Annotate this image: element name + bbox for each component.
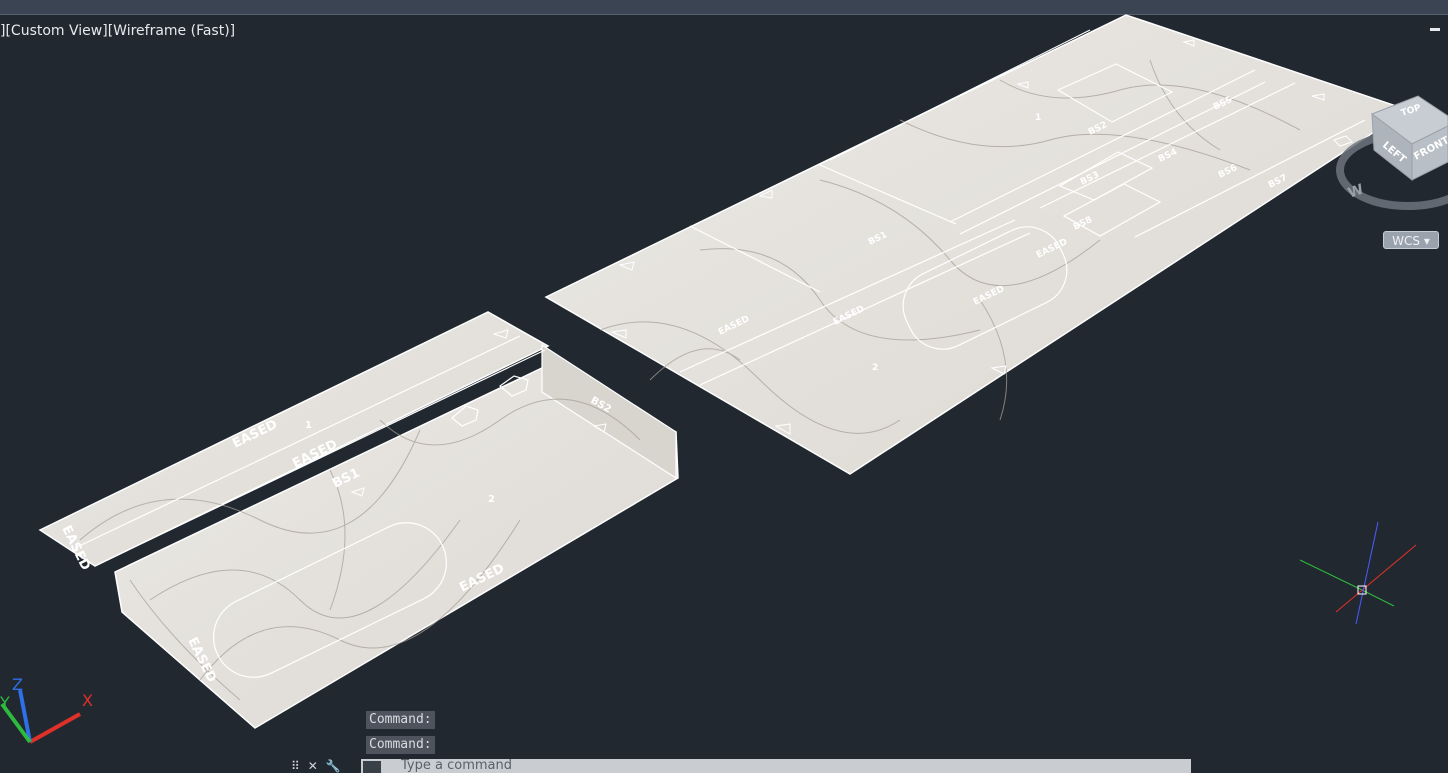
command-line-handle[interactable]: ⠿ ✕ 🔧 [287,759,361,773]
ucs-y-label: Y [0,693,10,712]
command-history-line: Command: [366,711,435,729]
left-label: 2 [488,494,495,505]
ucs-icon: X Z Y [0,675,93,744]
right-slab-surface [544,14,1410,475]
wrench-icon[interactable]: 🔧 [326,759,341,773]
command-history-line: Command: [366,736,435,754]
crosshair-cursor [1299,521,1417,625]
ucs-x-label: X [82,691,93,710]
left-label: 1 [305,420,312,431]
ucs-dropdown-label: WCS [1392,234,1421,248]
command-line-bar: ⠿ ✕ 🔧 Type a command [287,759,1191,773]
right-label: 1 [1035,113,1041,123]
ucs-dropdown-button[interactable]: WCS ▾ [1383,231,1439,249]
right-label: 2 [872,363,878,373]
right-countertop-model[interactable]: BS1 BS2 BS4 BS3 BS5 BS6 BS7 BS8 EASED EA… [544,14,1410,475]
left-countertop-model[interactable]: EASED 1 EASED BS1 2 EASED EASED EASED BS… [38,311,679,729]
close-icon[interactable]: ✕ [308,759,318,773]
command-input-placeholder: Type a command [401,759,512,773]
command-input[interactable]: Type a command [361,759,1191,773]
command-prompt-icon[interactable] [363,761,381,773]
drag-grip-icon[interactable]: ⠿ [291,759,300,773]
ucs-z-label: Z [12,675,23,694]
drawing-canvas[interactable]: BS1 BS2 BS4 BS3 BS5 BS6 BS7 BS8 EASED EA… [0,0,1448,773]
